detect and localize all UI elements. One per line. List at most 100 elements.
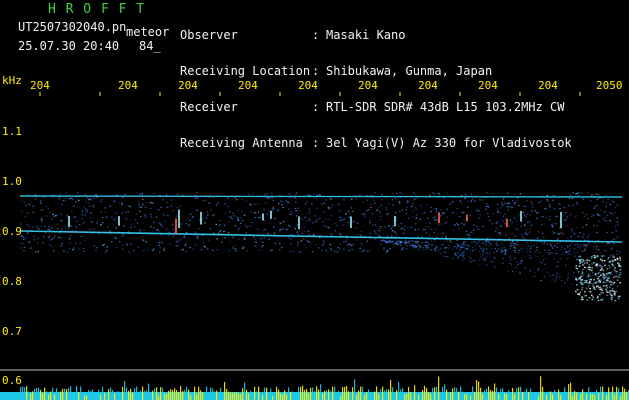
noise-pixel <box>399 242 402 244</box>
burst-pixel <box>611 288 614 290</box>
noise-pixel <box>425 204 428 206</box>
amplitude-bar <box>550 391 552 400</box>
noise-pixel <box>415 242 417 244</box>
amplitude-bar <box>318 389 320 400</box>
amplitude-bar <box>484 390 486 400</box>
noise-pixel <box>470 231 473 233</box>
noise-pixel <box>380 204 383 206</box>
noise-pixel <box>417 241 419 243</box>
amplitude-bar <box>256 391 258 400</box>
noise-pixel <box>536 212 538 214</box>
noise-pixel <box>384 226 387 228</box>
amplitude-bar <box>58 393 60 400</box>
noise-pixel <box>499 226 502 228</box>
amplitude-bar <box>446 389 448 400</box>
noise-pixel <box>398 240 401 242</box>
noise-pixel <box>216 248 219 251</box>
noise-pixel <box>337 247 339 249</box>
amplitude-bar <box>232 392 234 400</box>
noise-pixel <box>316 219 319 221</box>
noise-pixel <box>594 252 596 254</box>
amplitude-bar <box>602 386 604 400</box>
amplitude-bar <box>294 392 296 400</box>
noise-pixel <box>474 200 476 202</box>
amplitude-bar <box>320 384 322 400</box>
amplitude-bar <box>238 393 240 400</box>
noise-pixel <box>508 202 510 204</box>
amplitude-bar <box>128 390 130 400</box>
x-tick-label: 204 <box>358 79 378 92</box>
noise-pixel <box>339 219 341 221</box>
amplitude-bar <box>350 392 352 400</box>
noise-pixel <box>478 260 481 262</box>
noise-pixel <box>608 275 610 277</box>
noise-pixel <box>583 244 585 246</box>
amplitude-bar <box>338 390 340 400</box>
noise-pixel <box>537 269 539 271</box>
noise-pixel <box>509 262 511 264</box>
noise-pixel <box>253 236 255 238</box>
noise-pixel <box>113 200 115 202</box>
noise-pixel <box>576 227 578 229</box>
noise-pixel <box>513 250 515 252</box>
amplitude-bar <box>414 385 416 400</box>
noise-pixel <box>433 219 436 221</box>
noise-pixel <box>359 247 361 249</box>
amplitude-bar <box>290 392 292 400</box>
noise-pixel <box>446 221 448 223</box>
amplitude-bar <box>604 391 606 400</box>
noise-pixel <box>386 241 388 243</box>
noise-pixel <box>495 222 497 224</box>
amplitude-bar <box>270 388 272 400</box>
noise-pixel <box>323 242 325 244</box>
noise-pixel <box>495 243 497 245</box>
noise-pixel <box>227 221 230 223</box>
noise-pixel <box>121 212 123 214</box>
noise-pixel <box>551 226 554 228</box>
noise-pixel <box>152 202 154 204</box>
noise-pixel <box>584 249 586 251</box>
noise-pixel <box>176 215 178 217</box>
noise-pixel <box>521 259 523 261</box>
noise-pixel <box>488 252 491 254</box>
burst-pixel <box>616 271 618 273</box>
noise-pixel <box>146 249 149 251</box>
noise-pixel <box>366 240 368 242</box>
noise-pixel <box>99 200 102 203</box>
noise-pixel <box>42 242 44 244</box>
noise-pixel <box>564 248 566 250</box>
noise-pixel <box>288 193 291 195</box>
burst-pixel <box>592 285 594 287</box>
noise-pixel <box>561 279 563 281</box>
amplitude-bar <box>292 391 294 400</box>
noise-pixel <box>254 238 256 240</box>
noise-pixel <box>456 222 458 224</box>
noise-pixel <box>308 234 311 236</box>
noise-pixel <box>412 204 414 206</box>
noise-pixel <box>353 220 356 222</box>
noise-pixel <box>449 240 451 242</box>
noise-pixel <box>189 246 191 248</box>
amplitude-bar <box>236 392 238 400</box>
noise-pixel <box>596 232 598 234</box>
amplitude-bar <box>554 389 556 400</box>
noise-pixel <box>232 247 234 249</box>
noise-pixel <box>202 212 205 214</box>
amplitude-bar <box>226 389 228 400</box>
noise-pixel <box>414 206 417 208</box>
noise-pixel <box>410 206 413 208</box>
burst-pixel <box>608 257 610 259</box>
burst-pixel <box>595 264 598 266</box>
noise-pixel <box>522 212 525 214</box>
noise-pixel <box>106 226 109 228</box>
noise-pixel <box>482 199 484 201</box>
noise-pixel <box>30 247 32 249</box>
noise-pixel <box>102 217 104 219</box>
noise-pixel <box>395 217 398 219</box>
noise-pixel <box>491 193 494 195</box>
noise-pixel <box>534 272 536 274</box>
noise-pixel <box>411 243 413 245</box>
burst-pixel <box>613 276 615 278</box>
amplitude-bar <box>234 392 236 400</box>
noise-pixel <box>300 251 303 253</box>
